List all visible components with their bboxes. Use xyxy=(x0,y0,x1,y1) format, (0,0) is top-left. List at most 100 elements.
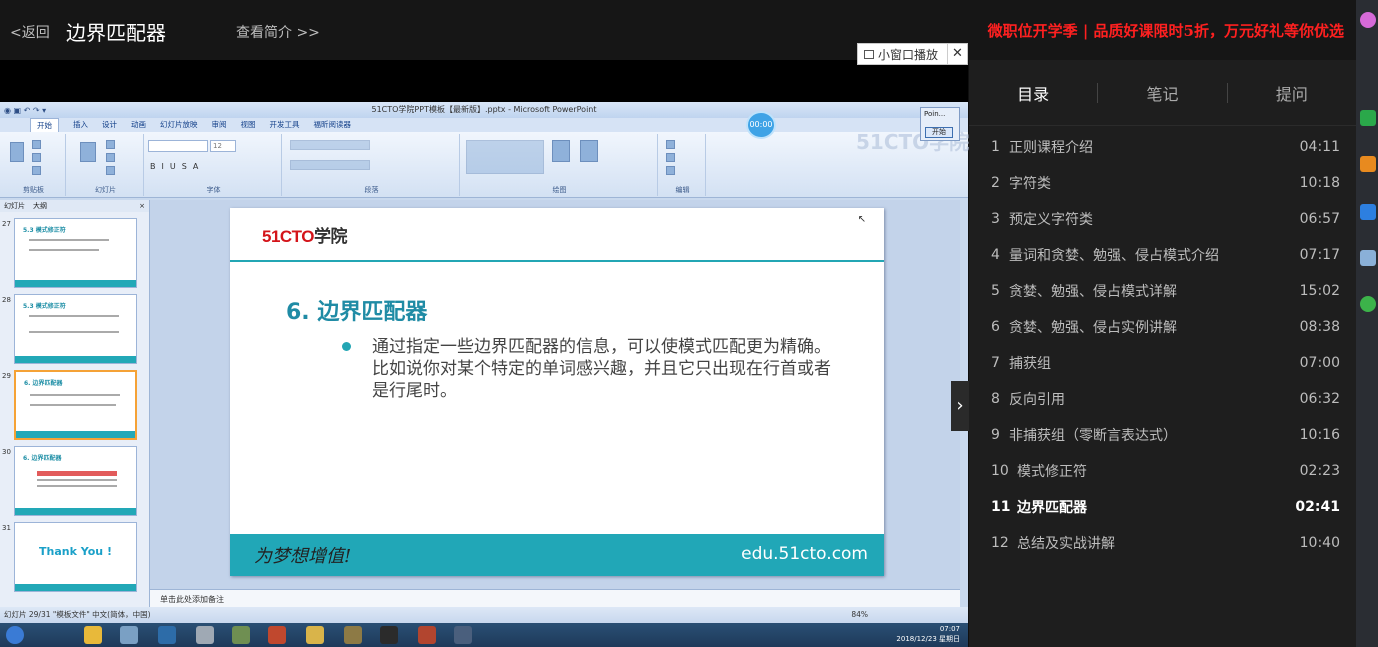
arrange-icon xyxy=(552,140,570,162)
chapter-title: 预定义字符类 xyxy=(1009,212,1093,228)
chapter-number: 3 xyxy=(991,211,1000,227)
close-icon[interactable]: ✕ xyxy=(947,44,967,64)
chapter-duration: 15:02 xyxy=(1299,283,1340,299)
chapter-number: 11 xyxy=(991,499,1011,515)
thumb-line xyxy=(29,315,119,317)
desktop-app-icon xyxy=(1360,250,1376,266)
thumb-title: 5.3 模式修正符 xyxy=(23,303,66,310)
chapter-item[interactable]: 2 字符类 10:18 xyxy=(969,165,1356,201)
slide-slogan: 为梦想增值! xyxy=(254,546,352,567)
thumb-title: 6. 边界匹配器 xyxy=(24,380,63,387)
chapter-title: 捕获组 xyxy=(1009,356,1051,372)
chapter-number: 6 xyxy=(991,319,1000,335)
slide-body: 通过指定一些边界匹配器的信息，可以使模式匹配更为精确。 比如说你对某个特定的单词… xyxy=(372,336,832,402)
chapter-title: 非捕获组（零断言表达式） xyxy=(1009,428,1177,444)
ribbon-group-slides: 幻灯片 xyxy=(68,134,144,196)
chapter-item[interactable]: 9 非捕获组（零断言表达式） 10:16 xyxy=(969,417,1356,453)
chevron-right-icon[interactable]: › xyxy=(951,381,969,431)
chapter-title: 贪婪、勉强、侵占模式详解 xyxy=(1009,284,1177,300)
thumb-footer xyxy=(15,280,136,287)
slide-title: 6. 边界匹配器 xyxy=(286,300,428,325)
top-bar: <返回 边界匹配器 查看简介 >> 微职位开学季 | 品质好课限时5折，万元好礼… xyxy=(0,0,1356,60)
chrome-icon xyxy=(84,626,102,644)
taskbar-app-icon xyxy=(120,626,138,644)
cut-icon xyxy=(32,140,41,149)
ribbon-group-paragraph: 段落 xyxy=(284,134,460,196)
chapter-item[interactable]: 5 贪婪、勉强、侵占模式详解 15:02 xyxy=(969,273,1356,309)
thumb-line xyxy=(30,404,116,406)
view-intro-link[interactable]: 查看简介 >> xyxy=(236,22,320,42)
mini-player-toggle[interactable]: 小窗口播放 xyxy=(858,46,947,63)
tab-notes[interactable]: 笔记 xyxy=(1098,81,1226,105)
chapter-duration: 10:16 xyxy=(1299,427,1340,443)
chapter-title: 字符类 xyxy=(1009,176,1051,192)
course-title: 边界匹配器 xyxy=(66,21,166,45)
system-clock: 07:07 2018/12/23 星期日 xyxy=(896,624,960,644)
thumb-footer xyxy=(15,508,136,515)
font-size-box: 12 xyxy=(210,140,236,152)
slides-pane: 幻灯片 大纲 × 27 5.3 模式修正符 28 5.3 模式修正符 29 6.… xyxy=(0,200,150,607)
chapter-number: 9 xyxy=(991,427,1000,443)
thumb-line xyxy=(30,394,120,396)
slide-footer: 为梦想增值! edu.51cto.com xyxy=(230,534,884,576)
replace-icon xyxy=(666,153,675,162)
logo-black-text: 学院 xyxy=(314,227,348,246)
delete-icon xyxy=(106,166,115,175)
ppt-titlebar: ◉ ▣ ↶ ↷ ▾ 51CTO学院PPT模板【最新版】.pptx - Micro… xyxy=(0,102,968,118)
chapter-duration: 07:17 xyxy=(1299,247,1340,263)
desktop-app-icon xyxy=(1360,156,1376,172)
chapter-number: 2 xyxy=(991,175,1000,191)
chapter-item[interactable]: 4 量词和贪婪、勉强、侵占模式介绍 07:17 xyxy=(969,237,1356,273)
slide-logo: 51CTO学院 xyxy=(262,222,348,247)
chapter-item[interactable]: 8 反向引用 06:32 xyxy=(969,381,1356,417)
chapter-title: 正则课程介绍 xyxy=(1009,140,1093,156)
pointer-popup: Poin... 开始 xyxy=(920,107,960,141)
chapter-number: 1 xyxy=(991,139,1000,155)
promo-banner[interactable]: 微职位开学季 | 品质好课限时5折，万元好礼等你优选 xyxy=(988,20,1344,41)
slide-body-line: 比如说你对某个特定的单词感兴趣，并且它只出现在行首或者是行尾时。 xyxy=(372,359,831,401)
format-painter-icon xyxy=(32,166,41,175)
video-frame[interactable]: ◉ ▣ ↶ ↷ ▾ 51CTO学院PPT模板【最新版】.pptx - Micro… xyxy=(0,102,968,647)
select-icon xyxy=(666,166,675,175)
ribbon: 剪贴板 幻灯片 12 BIUSA 字体 段落 绘图 编辑 xyxy=(0,132,968,198)
group-name: 字体 xyxy=(206,186,221,194)
clock-time: 07:07 xyxy=(939,625,960,633)
chapter-item[interactable]: 6 贪婪、勉强、侵占实例讲解 08:38 xyxy=(969,309,1356,345)
mini-player-label: 小窗口播放 xyxy=(878,47,939,62)
folder-icon xyxy=(306,626,324,644)
chapter-list: 1 正则课程介绍 04:11 2 字符类 10:18 3 预定义字符类 06:57 4 量词和… xyxy=(969,126,1356,561)
current-slide: 51CTO学院 ↖ 6. 边界匹配器 通过指定一些边界匹配器的信息，可以使模式匹… xyxy=(230,208,884,576)
taskbar-app-icon xyxy=(454,626,472,644)
desktop-app-icon xyxy=(1360,12,1376,28)
pane-tabs: 幻灯片 大纲 × xyxy=(0,200,149,212)
popup-title: Poin... xyxy=(924,110,946,118)
thumb-line xyxy=(29,249,99,251)
chapter-item[interactable]: 12 总结及实战讲解 10:40 xyxy=(969,525,1356,561)
chapter-number: 7 xyxy=(991,355,1000,371)
chapter-item-current[interactable]: 11 边界匹配器 02:41 xyxy=(969,489,1356,525)
ribbon-tabs: 开始 插入 设计 动画 幻灯片放映 审阅 视图 开发工具 福昕阅读器 xyxy=(0,118,968,132)
chapter-item[interactable]: 10 模式修正符 02:23 xyxy=(969,453,1356,489)
chapter-item[interactable]: 3 预定义字符类 06:57 xyxy=(969,201,1356,237)
chapter-item[interactable]: 1 正则课程介绍 04:11 xyxy=(969,129,1356,165)
chapter-number: 4 xyxy=(991,247,1000,263)
slide-url: edu.51cto.com xyxy=(741,544,868,564)
back-link[interactable]: <返回 xyxy=(10,22,50,42)
tab-catalog[interactable]: 目录 xyxy=(969,81,1097,105)
group-name: 幻灯片 xyxy=(95,186,116,194)
taskbar-app-icon xyxy=(158,626,176,644)
chapter-number: 10 xyxy=(991,463,1009,479)
thumb-number: 27 xyxy=(2,220,11,228)
reset-icon xyxy=(106,153,115,162)
mini-player-button[interactable]: 小窗口播放 ✕ xyxy=(857,43,968,65)
ribbon-tab: 动画 xyxy=(131,120,146,129)
tab-questions[interactable]: 提问 xyxy=(1228,81,1356,105)
intellij-icon xyxy=(380,626,398,644)
thumb-number: 28 xyxy=(2,296,11,304)
copy-icon xyxy=(32,153,41,162)
chapter-item[interactable]: 7 捕获组 07:00 xyxy=(969,345,1356,381)
desktop-app-icon xyxy=(1360,110,1376,126)
bullet-icon xyxy=(342,342,351,351)
sidebar-tabs: 目录 笔记 提问 xyxy=(969,60,1356,126)
chapter-number: 5 xyxy=(991,283,1000,299)
